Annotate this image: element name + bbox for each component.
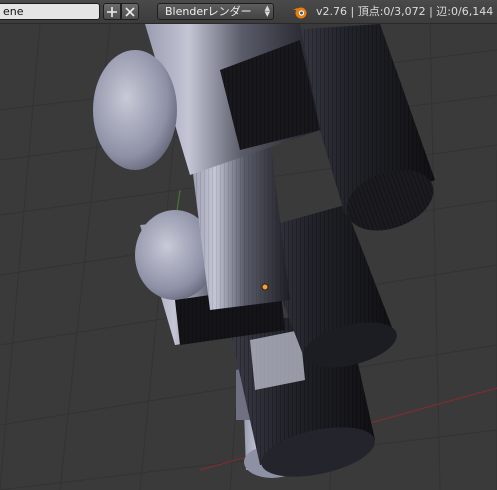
mesh-tube-top-right [290,24,435,231]
3d-viewport[interactable] [0,24,497,490]
mesh-tube-top-left [93,24,320,175]
blender-logo-icon [293,7,307,19]
render-engine-label: Blenderレンダー [165,5,252,18]
x-icon [125,6,135,17]
delete-scene-button[interactable] [121,3,139,20]
up-down-arrows-icon: ▲ ▼ [264,4,270,18]
render-engine-dropdown[interactable]: Blenderレンダー ▲ ▼ [157,3,274,20]
add-scene-button[interactable] [103,3,121,20]
scene-name-field[interactable]: ene [0,3,100,20]
info-header: ene Blenderレンダー ▲ ▼ v2.76 | 頂点:0/3,072 | … [0,0,497,24]
scene-stats: v2.76 | 頂点:0/3,072 | 辺:0/6,144 | [316,5,497,18]
object-origin-point[interactable] [261,283,269,291]
plus-icon [107,6,117,17]
